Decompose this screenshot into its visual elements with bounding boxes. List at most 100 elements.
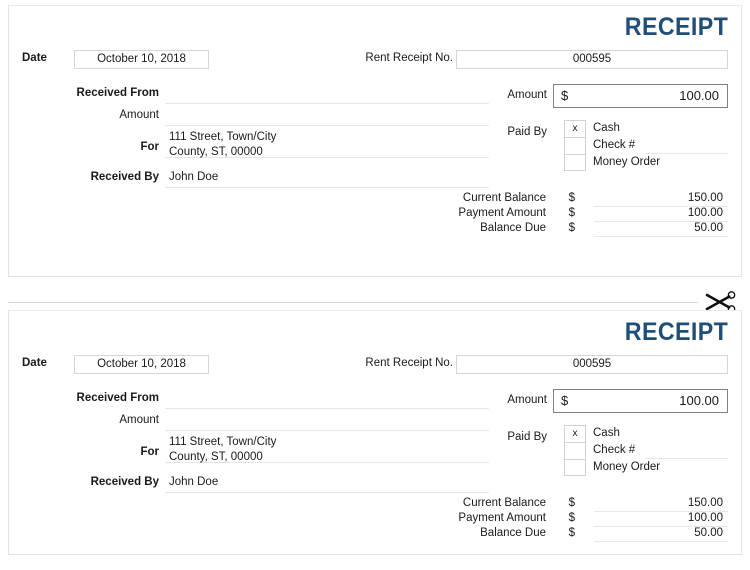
address-block: 111 Street, Town/City County, ST, 00000 xyxy=(169,130,276,160)
field-received-from: Received From xyxy=(9,86,509,108)
paid-by-checkboxes: x xyxy=(564,425,586,476)
checkbox-money-order[interactable] xyxy=(564,154,586,171)
paid-by-option: Money Order xyxy=(593,154,728,171)
paid-by-option: Money Order xyxy=(593,459,728,476)
receipt-card-1: RECEIPT Date October 10, 2018 Rent Recei… xyxy=(8,5,742,277)
field-label: Received From xyxy=(76,87,159,99)
field-label: Amount xyxy=(119,109,159,121)
field-received-from: Received From xyxy=(9,391,509,413)
field-label: Amount xyxy=(119,414,159,426)
field-label: Received By xyxy=(90,476,159,488)
totals-block: Current Balance $ 150.00 Payment Amount … xyxy=(421,497,741,542)
field-label: For xyxy=(140,446,159,458)
checkbox-cash[interactable]: x xyxy=(564,120,586,137)
paid-by-option: Cash xyxy=(593,425,728,442)
total-label: Balance Due xyxy=(480,527,546,539)
total-label: Current Balance xyxy=(462,192,546,204)
total-value[interactable]: 50.00 xyxy=(694,222,723,234)
total-currency: $ xyxy=(568,512,575,524)
receipt-no-field[interactable]: 000595 xyxy=(456,50,728,69)
amount-value: 100.00 xyxy=(679,88,719,103)
field-underline[interactable] xyxy=(165,187,489,188)
receipt-title: RECEIPT xyxy=(624,318,728,346)
field-label: Received From xyxy=(76,392,159,404)
total-row: Current Balance $ 150.00 xyxy=(421,497,741,512)
field-received-by: Received By John Doe xyxy=(9,162,509,188)
total-value[interactable]: 150.00 xyxy=(688,497,723,509)
checkbox-cash[interactable]: x xyxy=(564,425,586,442)
paid-by-option-label: Cash xyxy=(593,122,620,134)
receipt-card-2: RECEIPT Date October 10, 2018 Rent Recei… xyxy=(8,310,742,555)
paid-by-options: Cash Check # Money Order xyxy=(593,120,728,171)
paid-by-checkboxes: x xyxy=(564,120,586,171)
amount-field[interactable]: $ 100.00 xyxy=(553,84,728,108)
paid-by-option: Cash xyxy=(593,120,728,137)
receipt-title: RECEIPT xyxy=(624,13,728,41)
field-underline[interactable] xyxy=(165,430,489,431)
receipt-no-field[interactable]: 000595 xyxy=(456,355,728,374)
totals-block: Current Balance $ 150.00 Payment Amount … xyxy=(421,192,741,237)
amount-currency: $ xyxy=(561,88,569,103)
total-row: Balance Due $ 50.00 xyxy=(421,222,741,237)
receipt-no-label: Rent Receipt No. xyxy=(365,52,453,64)
address-line-1: 111 Street, Town/City xyxy=(169,436,277,448)
total-underline xyxy=(594,541,728,542)
total-value[interactable]: 100.00 xyxy=(688,207,723,219)
field-underline[interactable] xyxy=(165,492,489,493)
total-currency: $ xyxy=(568,527,575,539)
paid-by-option-label: Check # xyxy=(593,444,636,456)
field-amount-left: Amount xyxy=(9,108,509,130)
paid-by-option-label: Check # xyxy=(593,139,636,151)
paid-by-options: Cash Check # Money Order xyxy=(593,425,728,476)
address-line-2: County, ST, 00000 xyxy=(169,146,263,158)
total-label: Payment Amount xyxy=(458,512,546,524)
total-row: Balance Due $ 50.00 xyxy=(421,527,741,542)
paid-by-option-label: Cash xyxy=(593,427,620,439)
address-line-2: County, ST, 00000 xyxy=(169,451,263,463)
total-label: Payment Amount xyxy=(458,207,546,219)
date-field[interactable]: October 10, 2018 xyxy=(74,355,209,374)
total-value[interactable]: 150.00 xyxy=(688,192,723,204)
total-row: Payment Amount $ 100.00 xyxy=(421,207,741,222)
field-value[interactable]: John Doe xyxy=(169,171,218,183)
field-label: For xyxy=(140,141,159,153)
checkbox-check[interactable] xyxy=(564,137,586,154)
date-field[interactable]: October 10, 2018 xyxy=(74,50,209,69)
field-received-by: Received By John Doe xyxy=(9,467,509,493)
total-currency: $ xyxy=(568,497,575,509)
date-label: Date xyxy=(22,357,47,369)
field-amount-left: Amount xyxy=(9,413,509,435)
receipt-no-label: Rent Receipt No. xyxy=(365,357,453,369)
paid-by-option: Check # xyxy=(593,442,728,459)
date-row: Date October 10, 2018 Rent Receipt No. 0… xyxy=(9,355,741,375)
paid-by-label: Paid By xyxy=(507,126,547,138)
amount-label: Amount xyxy=(507,394,547,406)
checkbox-money-order[interactable] xyxy=(564,459,586,476)
field-underline[interactable] xyxy=(165,103,489,104)
date-label: Date xyxy=(22,52,47,64)
paid-by-option-label: Money Order xyxy=(593,461,661,473)
field-underline[interactable] xyxy=(165,125,489,126)
total-value[interactable]: 100.00 xyxy=(688,512,723,524)
field-value[interactable]: John Doe xyxy=(169,476,218,488)
total-underline xyxy=(594,236,728,237)
amount-label: Amount xyxy=(507,89,547,101)
paid-by-option: Check # xyxy=(593,137,728,154)
total-currency: $ xyxy=(568,207,575,219)
paid-by-label: Paid By xyxy=(507,431,547,443)
date-row: Date October 10, 2018 Rent Receipt No. 0… xyxy=(9,50,741,70)
paid-by-option-label: Money Order xyxy=(593,156,661,168)
field-underline[interactable] xyxy=(165,408,489,409)
total-value[interactable]: 50.00 xyxy=(694,527,723,539)
receipt-page: RECEIPT Date October 10, 2018 Rent Recei… xyxy=(0,0,750,570)
checkbox-check[interactable] xyxy=(564,442,586,459)
cut-line xyxy=(8,302,698,303)
amount-value: 100.00 xyxy=(679,393,719,408)
total-currency: $ xyxy=(568,222,575,234)
amount-field[interactable]: $ 100.00 xyxy=(553,389,728,413)
address-line-1: 111 Street, Town/City xyxy=(169,131,277,143)
total-label: Current Balance xyxy=(462,497,546,509)
total-row: Current Balance $ 150.00 xyxy=(421,192,741,207)
address-block: 111 Street, Town/City County, ST, 00000 xyxy=(169,435,276,465)
total-currency: $ xyxy=(568,192,575,204)
